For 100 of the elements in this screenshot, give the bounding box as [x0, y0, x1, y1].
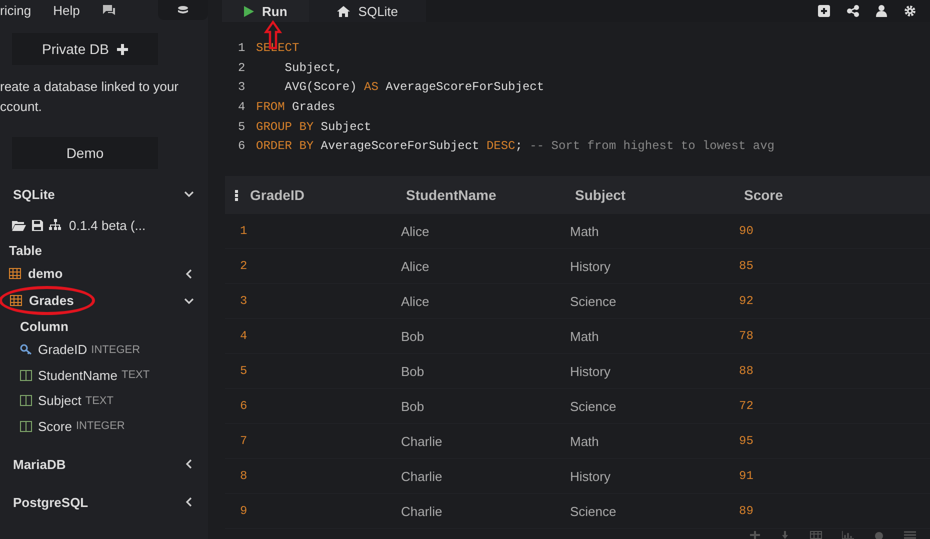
hierarchy-icon[interactable]: [49, 219, 61, 231]
table-item[interactable]: demo: [0, 261, 208, 286]
line-number: 2: [238, 60, 246, 75]
table-cell-text: Bob: [401, 328, 426, 344]
code-line: FROM Grades: [256, 100, 336, 114]
table-cell-text: 6: [240, 399, 248, 413]
table-cell-text: 4: [240, 329, 248, 343]
folder-icon[interactable]: [12, 220, 26, 230]
line-number: 3: [238, 80, 246, 94]
chevron-down-icon[interactable]: [184, 296, 194, 306]
table-cell-text: 3: [240, 294, 248, 308]
code-editor[interactable]: 1 SELECT 2 Subject, 3 AVG(Score) AS AverageScoreForSubject 4 FROM Grades 5 GROUP BY Subject 6 ORDER BY AverageScoreForSubject DESC; -- Sort from highest to lowest avg: [208, 22, 930, 156]
table-cell-text: Alice: [401, 224, 430, 238]
table-cell-text: Math: [570, 328, 600, 344]
table-cell-text: Alice: [401, 294, 430, 308]
section-heading: Table: [8, 243, 43, 260]
table-cell-text: Charlie: [401, 468, 444, 484]
table-cell-text: Math: [570, 224, 600, 238]
column-icon: [20, 420, 32, 432]
table-cell-text: 1: [240, 224, 248, 238]
demo-button[interactable]: Demo: [12, 137, 158, 169]
table-cell-text: Bob: [401, 398, 426, 414]
settings-icon[interactable]: [904, 5, 916, 18]
code-line: SELECT: [256, 41, 300, 56]
table-cell-text: 92: [739, 294, 754, 308]
table-cell-text: 88: [739, 364, 754, 378]
table-cell-text: Bob: [401, 364, 426, 378]
table-cell-text: 95: [739, 434, 754, 448]
column-type: INTEGER: [76, 420, 125, 432]
table-cell-text: 7: [240, 434, 248, 448]
chevron-left-icon[interactable]: [184, 497, 194, 507]
code-line: AVG(Score) AS AverageScoreForSubject: [284, 80, 544, 94]
engine-item[interactable]: SQLite: [0, 181, 208, 207]
table-cell-text: Science: [570, 504, 618, 518]
column-name[interactable]: StudentName: [38, 368, 118, 383]
column-name[interactable]: GradeID: [38, 342, 88, 358]
table-cell-text: Charlie: [401, 504, 444, 518]
column-icon: [20, 395, 32, 406]
line-number: 5: [238, 120, 246, 134]
table-cell-text: Science: [570, 398, 618, 414]
table-cell-text: History: [570, 258, 612, 274]
table-name[interactable]: demo: [28, 266, 63, 281]
nav-link[interactable]: Help: [53, 2, 80, 18]
table-name[interactable]: Grades: [29, 293, 74, 308]
line-number: 6: [238, 139, 246, 154]
column-header[interactable]: StudentName: [406, 187, 575, 203]
table-cell-text: 91: [739, 469, 754, 483]
chevron-down-icon[interactable]: [184, 189, 194, 199]
column-icon: [20, 370, 32, 381]
chevron-left-icon[interactable]: [184, 459, 194, 469]
code-line: GROUP BY Subject: [256, 120, 372, 134]
user-icon[interactable]: [876, 5, 887, 18]
table-cell-text: 5: [240, 364, 248, 378]
section-heading: Column: [19, 319, 70, 336]
code-line: Subject,: [284, 60, 342, 75]
plus-icon: [116, 44, 128, 54]
table-cell-text: Science: [570, 294, 618, 308]
play-icon: [244, 6, 254, 17]
database-button[interactable]: [158, 0, 208, 20]
version-text: 0.1.4 beta (...: [69, 218, 146, 232]
table-icon: [10, 295, 22, 306]
chat-icon[interactable]: [102, 5, 116, 15]
table-cell-text: 89: [739, 504, 754, 518]
tab[interactable]: SQLite: [309, 0, 426, 22]
private-db-button[interactable]: Private DB: [12, 33, 158, 65]
line-number: 4: [238, 100, 246, 114]
table-cell-text: 78: [739, 329, 754, 343]
column-type: TEXT: [85, 394, 114, 407]
chevron-left-icon[interactable]: [184, 268, 194, 278]
column-name[interactable]: Score: [38, 418, 72, 434]
home-icon: [337, 6, 350, 17]
tab[interactable]: Run: [222, 0, 310, 22]
table-cell-text: 9: [240, 504, 248, 518]
table-cell-text: 2: [240, 259, 248, 273]
share-icon[interactable]: [847, 5, 859, 18]
column-type: INTEGER: [91, 344, 140, 356]
table-cell-text: Charlie: [401, 434, 444, 448]
table-cell-text: History: [570, 364, 612, 378]
column-name[interactable]: Subject: [38, 393, 82, 408]
table-cell-text: 90: [739, 224, 754, 238]
table-cell-text: 72: [739, 399, 754, 413]
column-type: TEXT: [122, 369, 150, 382]
engine-item[interactable]: PostgreSQL: [0, 489, 208, 515]
line-number: 1: [238, 41, 246, 56]
table-item[interactable]: Grades: [0, 286, 208, 315]
table-icon: [9, 268, 21, 279]
save-icon[interactable]: [32, 220, 43, 230]
table-cell-text: 85: [739, 259, 754, 273]
column-header[interactable]: Subject: [575, 187, 744, 203]
table-cell-text: Math: [570, 434, 600, 448]
drag-handle-icon[interactable]: [235, 190, 238, 200]
table-cell-text: 8: [240, 469, 248, 483]
description-text: reate a database linked to your ccount.: [0, 78, 180, 116]
engine-item[interactable]: MariaDB: [0, 451, 208, 477]
nav-link[interactable]: ricing: [0, 2, 32, 18]
add-icon[interactable]: [818, 5, 830, 18]
table-cell-text: History: [570, 468, 612, 484]
code-line: ORDER BY AverageScoreForSubject DESC; -- Sort from highest to lowest avg: [256, 139, 774, 154]
column-header[interactable]: GradeID: [250, 187, 406, 203]
column-header[interactable]: Score: [744, 187, 913, 203]
